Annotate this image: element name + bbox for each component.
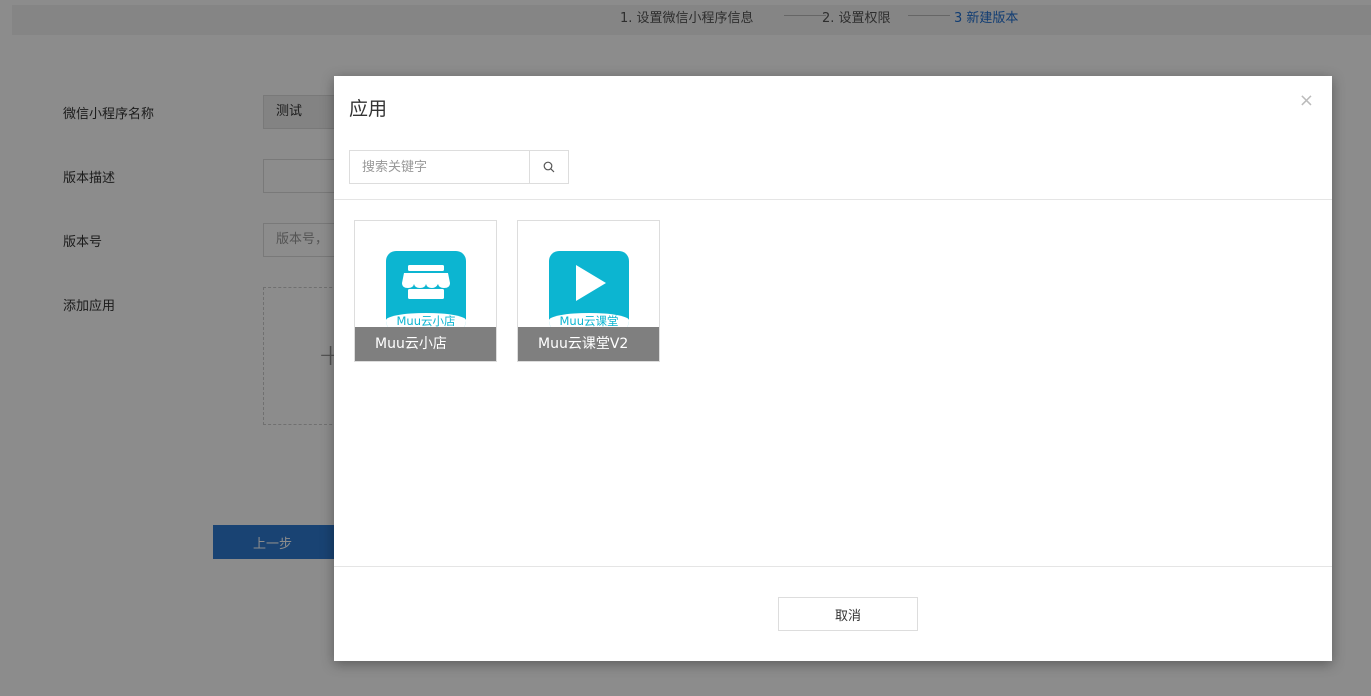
search-box <box>349 150 569 184</box>
search-button[interactable] <box>529 151 568 183</box>
shop-icon: Muu云小店 <box>386 251 466 331</box>
app-select-modal: 应用 × Muu云小店 Muu云小店 M <box>334 76 1332 661</box>
app-name: Muu云课堂V2 <box>518 327 659 361</box>
cancel-button[interactable]: 取消 <box>778 597 918 631</box>
play-icon: Muu云课堂 <box>549 251 629 331</box>
app-name: Muu云小店 <box>355 327 496 361</box>
close-icon[interactable]: × <box>1299 90 1314 111</box>
divider <box>334 199 1332 200</box>
app-card-shop[interactable]: Muu云小店 Muu云小店 <box>354 220 497 362</box>
search-icon <box>543 161 555 173</box>
divider <box>334 566 1332 567</box>
modal-title: 应用 <box>349 98 388 120</box>
search-input[interactable] <box>350 151 530 183</box>
app-card-classroom[interactable]: Muu云课堂 Muu云课堂V2 <box>517 220 660 362</box>
